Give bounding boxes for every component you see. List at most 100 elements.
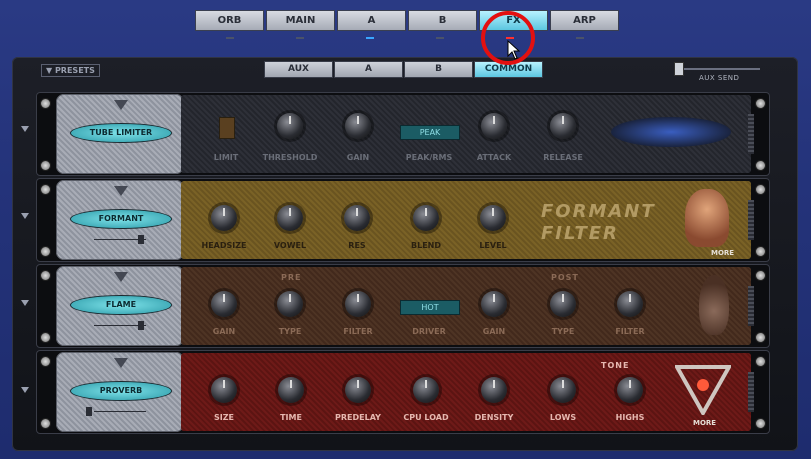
subtab-b[interactable]: B [404,61,473,78]
post-filter-knob[interactable] [617,291,643,317]
chevron-down-icon[interactable] [114,272,128,282]
effect-selector[interactable]: FLAME [56,266,184,346]
effect-selector[interactable]: TUBE LIMITER [56,94,184,174]
fx-slot-tube-limiter: TUBE LIMITER LIMIT THRESHOLD GAIN PEAK P… [36,92,770,176]
effect-name[interactable]: TUBE LIMITER [70,123,172,143]
tab-main[interactable]: MAIN [266,10,335,31]
cpu-load-knob[interactable] [413,377,439,403]
effect-faceplate: HEADSIZE VOWEL RES BLEND LEVEL FORMANT F… [181,181,751,259]
tab-orb[interactable]: ORB [195,10,264,31]
drag-handle[interactable] [748,372,754,412]
control-label: GAIN [482,327,506,336]
aux-send-label: AUX SEND [699,74,740,82]
screw-icon [40,270,51,281]
tab-a[interactable]: A [337,10,406,31]
screw-icon [40,356,51,367]
drag-handle[interactable] [748,200,754,240]
control-label: DENSITY [474,413,514,422]
tab-indicator [576,37,584,39]
screw-icon [755,270,766,281]
predelay-knob[interactable] [345,377,371,403]
blend-knob[interactable] [413,205,439,231]
tab-indicator [436,37,444,39]
screw-icon [755,98,766,109]
collapse-arrow-icon[interactable] [21,387,29,393]
collapse-arrow-icon[interactable] [21,126,29,132]
more-button[interactable]: MORE [693,419,716,427]
aux-send-handle[interactable] [674,62,684,76]
control-label: RES [348,241,366,250]
mix-fader-handle[interactable] [138,235,144,244]
screw-icon [40,160,51,171]
section-label: TONE [601,361,630,370]
post-type-knob[interactable] [550,291,576,317]
pre-filter-knob[interactable] [345,291,371,317]
effect-selector[interactable]: PROVERB [56,352,184,432]
tab-arp[interactable]: ARP [550,10,619,31]
aux-send-slider[interactable]: AUX SEND [672,61,762,83]
chevron-down-icon[interactable] [114,186,128,196]
control-label: HIGHS [615,413,645,422]
threshold-knob[interactable] [277,113,303,139]
level-knob[interactable] [480,205,506,231]
fx-slot-flame: FLAME PRE POST GAIN TYPE FILTER HOT DRIV… [36,264,770,348]
effect-title: FORMANT [541,201,656,222]
tab-indicator [296,37,304,39]
fx-slot-formant: FORMANT HEADSIZE VOWEL RES BLEND LEVEL F… [36,178,770,262]
screw-icon [40,184,51,195]
highs-knob[interactable] [617,377,643,403]
limit-toggle[interactable] [219,117,235,139]
screw-icon [755,246,766,257]
chevron-down-icon[interactable] [114,358,128,368]
meter-orb-icon [611,117,731,147]
screw-icon [755,184,766,195]
more-button[interactable]: MORE [711,249,734,257]
tab-indicator [226,37,234,39]
release-knob[interactable] [550,113,576,139]
mix-fader-handle[interactable] [86,407,92,416]
effect-faceplate: TONE SIZE TIME PREDELAY CPU LOAD DENSITY… [181,353,751,431]
top-tab-bar: ORB MAIN A B FX ARP [195,10,621,31]
screw-icon [40,98,51,109]
effect-faceplate: PRE POST GAIN TYPE FILTER HOT DRIVER GAI… [181,267,751,345]
effect-name[interactable]: FLAME [70,295,172,315]
attack-knob[interactable] [481,113,507,139]
size-knob[interactable] [211,377,237,403]
effect-name[interactable]: PROVERB [70,381,172,401]
flame-icon [699,275,729,335]
time-knob[interactable] [278,377,304,403]
res-knob[interactable] [344,205,370,231]
peak-rms-display[interactable]: PEAK [400,125,460,140]
chevron-down-icon[interactable] [114,100,128,110]
section-label: POST [551,273,579,282]
gain-knob[interactable] [345,113,371,139]
subtab-aux[interactable]: AUX [264,61,333,78]
collapse-arrow-icon[interactable] [21,300,29,306]
pre-type-knob[interactable] [277,291,303,317]
mouse-cursor-icon [507,40,521,60]
effect-selector[interactable]: FORMANT [56,180,184,260]
drag-handle[interactable] [748,114,754,154]
screw-icon [40,418,51,429]
proverb-logo-icon [675,365,731,415]
screw-icon [755,332,766,343]
density-knob[interactable] [481,377,507,403]
section-label: PRE [281,273,302,282]
pre-gain-knob[interactable] [211,291,237,317]
post-gain-knob[interactable] [481,291,507,317]
effect-name[interactable]: FORMANT [70,209,172,229]
presets-button[interactable]: ▼ PRESETS [41,64,100,77]
driver-display[interactable]: HOT [400,300,460,315]
tab-b[interactable]: B [408,10,477,31]
collapse-arrow-icon[interactable] [21,213,29,219]
screw-icon [755,356,766,367]
vowel-knob[interactable] [277,205,303,231]
tab-indicator [366,37,374,39]
mix-fader-handle[interactable] [138,321,144,330]
presets-label: PRESETS [54,66,95,75]
subtab-a[interactable]: A [334,61,403,78]
lows-knob[interactable] [550,377,576,403]
headsize-knob[interactable] [211,205,237,231]
drag-handle[interactable] [748,286,754,326]
screw-icon [755,418,766,429]
